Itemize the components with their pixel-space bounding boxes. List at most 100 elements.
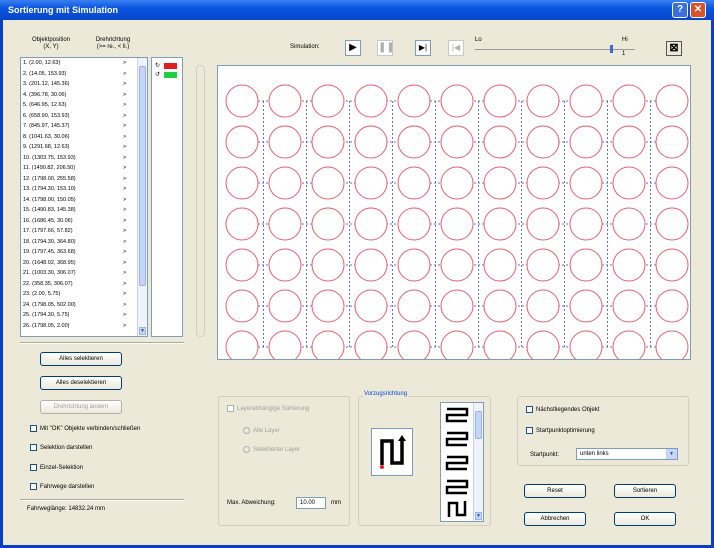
deviation-input[interactable]: 10.00 bbox=[296, 497, 326, 509]
list-item[interactable]: 6. (658.90, 153.93) > bbox=[23, 113, 126, 119]
show-paths-checkbox[interactable]: Fahrwege darstellen bbox=[30, 483, 94, 492]
list-item[interactable]: 22. (358.35, 306.07) > bbox=[23, 281, 126, 287]
grid-circle[interactable] bbox=[311, 207, 345, 241]
checkbox-box[interactable] bbox=[30, 464, 37, 471]
grid-circle[interactable] bbox=[311, 125, 345, 159]
grid-circle[interactable] bbox=[483, 248, 517, 282]
grid-circle[interactable] bbox=[569, 289, 603, 323]
grid-circle[interactable] bbox=[397, 207, 431, 241]
grid-circle[interactable] bbox=[354, 207, 388, 241]
grid-circle[interactable] bbox=[397, 289, 431, 323]
grid-circle[interactable] bbox=[311, 248, 345, 282]
list-item[interactable]: 17. (1797.66, 57.82) > bbox=[23, 228, 126, 234]
grid-circle[interactable] bbox=[655, 207, 689, 241]
grid-circle[interactable] bbox=[268, 248, 302, 282]
grid-circle[interactable] bbox=[612, 289, 646, 323]
grid-circle[interactable] bbox=[483, 207, 517, 241]
grid-circle[interactable] bbox=[311, 166, 345, 200]
list-scrollbar[interactable]: ▼ bbox=[137, 58, 147, 336]
grid-circle[interactable] bbox=[440, 166, 474, 200]
grid-circle[interactable] bbox=[483, 330, 517, 364]
grid-circle[interactable] bbox=[268, 84, 302, 118]
checkbox-box[interactable] bbox=[526, 406, 533, 413]
close-button[interactable]: ✕ bbox=[690, 2, 706, 18]
list-item[interactable]: 2. (14.05, 153.93) > bbox=[23, 71, 126, 77]
help-button[interactable]: ? bbox=[672, 2, 688, 18]
grid-circle[interactable] bbox=[526, 84, 560, 118]
grid-circle[interactable] bbox=[440, 125, 474, 159]
checkbox-box[interactable] bbox=[30, 444, 37, 451]
ok-objects-checkbox[interactable]: Mit "OK" Objekte verbinden/schließen bbox=[30, 425, 140, 434]
grid-circle[interactable] bbox=[440, 248, 474, 282]
grid-circle[interactable] bbox=[655, 289, 689, 323]
clear-button[interactable]: ⊠ bbox=[666, 41, 682, 56]
checkbox-box[interactable] bbox=[30, 483, 37, 490]
start-optimization-checkbox[interactable]: Startpunktoptimierung bbox=[526, 427, 595, 436]
grid-circle[interactable] bbox=[526, 166, 560, 200]
grid-circle[interactable] bbox=[526, 330, 560, 364]
list-item[interactable]: 13. (1794.30, 153.10) > bbox=[23, 186, 126, 192]
object-list[interactable]: 26. (1798.05, 2.00) >25. (1794.30, 5.75) >… bbox=[20, 57, 148, 337]
grid-circle[interactable] bbox=[225, 289, 259, 323]
list-item[interactable]: 11. (1490.82, 206.50) > bbox=[23, 165, 126, 171]
grid-circle[interactable] bbox=[569, 330, 603, 364]
grid-circle[interactable] bbox=[268, 289, 302, 323]
grid-circle[interactable] bbox=[569, 166, 603, 200]
scroll-down-icon[interactable]: ▼ bbox=[139, 327, 146, 335]
list-item[interactable]: 15. (1490.83, 145.38) > bbox=[23, 207, 126, 213]
reset-button[interactable]: Reset bbox=[524, 484, 586, 498]
grid-circle[interactable] bbox=[612, 207, 646, 241]
grid-circle[interactable] bbox=[311, 330, 345, 364]
sort-button[interactable]: Sortieren bbox=[614, 484, 676, 498]
radio-circle[interactable] bbox=[243, 446, 250, 453]
grid-circle[interactable] bbox=[397, 125, 431, 159]
list-item[interactable]: 3. (201.12, 145.36) > bbox=[23, 81, 126, 87]
radio-circle[interactable] bbox=[243, 427, 250, 434]
list-item[interactable]: 10. (1303.75, 153.93) > bbox=[23, 155, 126, 161]
grid-circle[interactable] bbox=[483, 84, 517, 118]
all-layers-radio[interactable]: Alle Layer bbox=[243, 427, 280, 435]
speed-slider-thumb[interactable] bbox=[610, 45, 613, 53]
deselect-all-button[interactable]: Alles deselektieren bbox=[40, 376, 122, 390]
grid-circle[interactable] bbox=[397, 166, 431, 200]
grid-circle[interactable] bbox=[569, 248, 603, 282]
grid-circle[interactable] bbox=[354, 125, 388, 159]
selected-layer-radio[interactable]: Selektierter Layer bbox=[243, 446, 300, 454]
grid-circle[interactable] bbox=[612, 248, 646, 282]
grid-circle[interactable] bbox=[397, 330, 431, 364]
single-selection-checkbox[interactable]: Einzel-Selektion bbox=[30, 464, 83, 473]
list-item[interactable]: 20. (1648.02, 368.95) > bbox=[23, 260, 126, 266]
list-item[interactable]: 19. (1797.45, 363.68) > bbox=[23, 249, 126, 255]
step-forward-button[interactable]: ▶| bbox=[415, 40, 431, 56]
grid-circle[interactable] bbox=[268, 166, 302, 200]
grid-circle[interactable] bbox=[569, 207, 603, 241]
grid-circle[interactable] bbox=[397, 248, 431, 282]
grid-circle[interactable] bbox=[225, 330, 259, 364]
grid-circle[interactable] bbox=[655, 84, 689, 118]
grid-circle[interactable] bbox=[440, 289, 474, 323]
grid-circle[interactable] bbox=[354, 248, 388, 282]
scrollbar-thumb[interactable] bbox=[139, 66, 146, 286]
list-item[interactable]: 25. (1794.30, 5.75) > bbox=[23, 312, 126, 318]
grid-circle[interactable] bbox=[483, 289, 517, 323]
grid-circle[interactable] bbox=[612, 84, 646, 118]
list-item[interactable]: 23. (2.00, 5.75) > bbox=[23, 291, 126, 297]
grid-circle[interactable] bbox=[483, 166, 517, 200]
checkbox-box[interactable] bbox=[30, 425, 37, 432]
grid-circle[interactable] bbox=[225, 207, 259, 241]
grid-circle[interactable] bbox=[311, 84, 345, 118]
step-back-button[interactable]: |◀ bbox=[448, 40, 464, 56]
list-item[interactable]: 4. (396.78, 30.06) > bbox=[23, 92, 126, 98]
grid-circle[interactable] bbox=[612, 330, 646, 364]
grid-circle[interactable] bbox=[354, 166, 388, 200]
list-item[interactable]: 18. (1794.30, 364.80) > bbox=[23, 239, 126, 245]
nearest-object-checkbox[interactable]: Nächstliegendes Objekt bbox=[526, 406, 599, 415]
grid-circle[interactable] bbox=[225, 166, 259, 200]
grid-circle[interactable] bbox=[655, 248, 689, 282]
splitter-handle[interactable] bbox=[196, 65, 205, 337]
grid-circle[interactable] bbox=[225, 125, 259, 159]
grid-circle[interactable] bbox=[354, 289, 388, 323]
grid-circle[interactable] bbox=[268, 125, 302, 159]
grid-circle[interactable] bbox=[569, 84, 603, 118]
direction-pattern-list[interactable]: ▼ bbox=[440, 402, 484, 522]
